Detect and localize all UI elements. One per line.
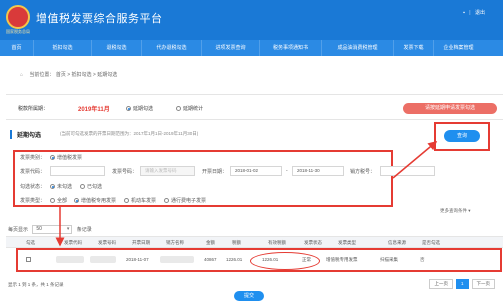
- submit-button[interactable]: 提交: [234, 291, 264, 301]
- prev-page-button[interactable]: 上一页: [429, 279, 453, 289]
- pagination: 上一页 1 下一页: [429, 279, 495, 289]
- annotation-arrows: [55, 141, 438, 247]
- records-summary: 显示 1 到 1 条，共 1 条记录: [8, 282, 64, 287]
- next-page-button[interactable]: 下一页: [471, 279, 495, 289]
- arrow-to-query: [392, 141, 438, 179]
- page-number-button[interactable]: 1: [455, 279, 469, 289]
